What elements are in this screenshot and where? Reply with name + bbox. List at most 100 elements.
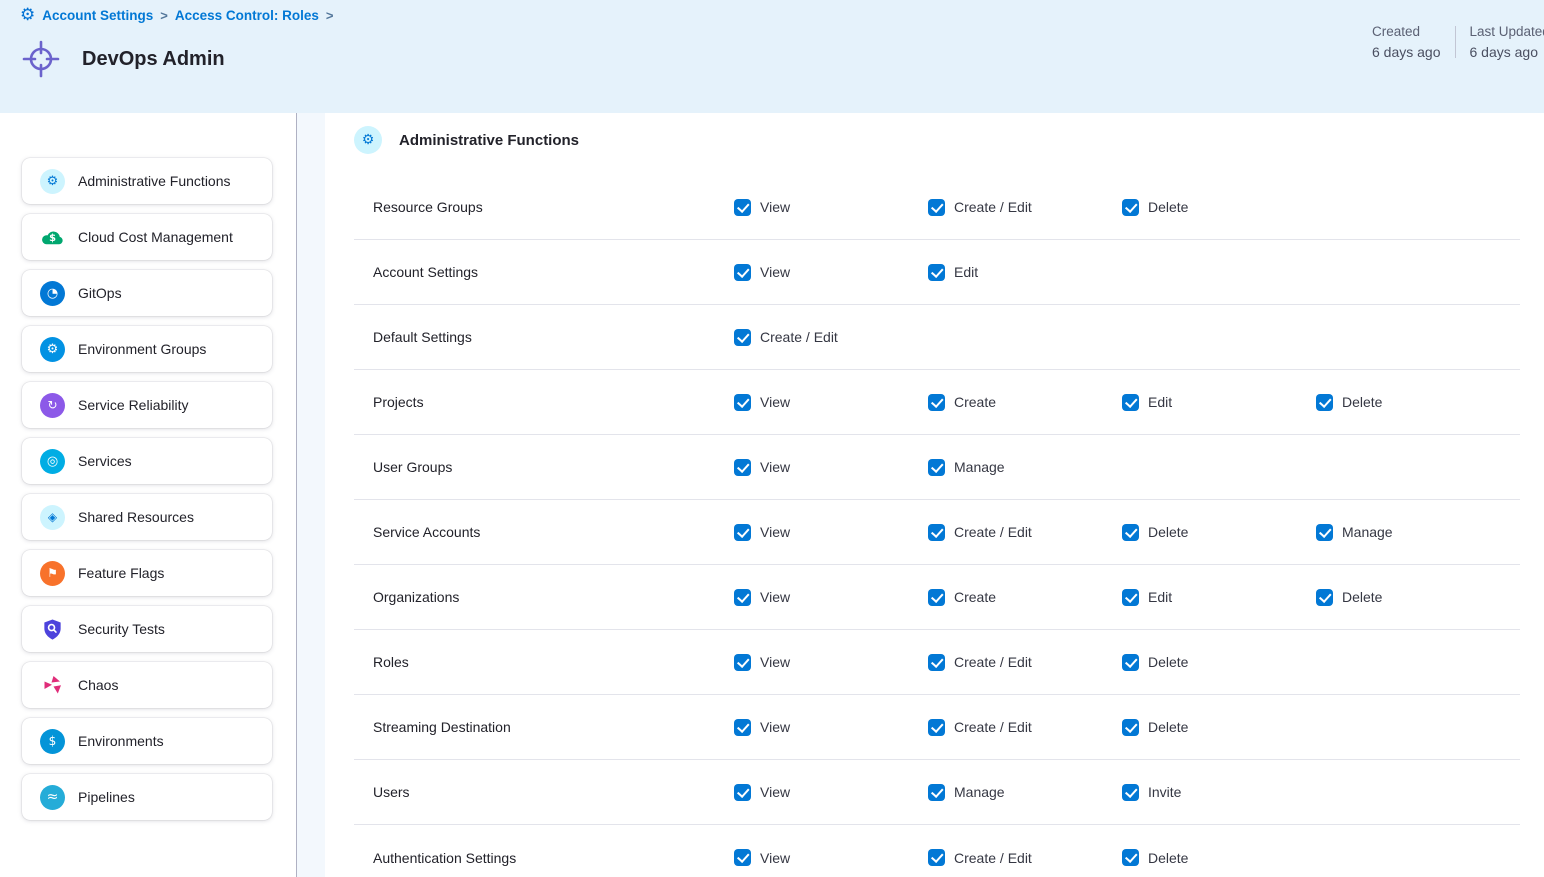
- permission-row: Streaming Destination View Create / Edit…: [354, 695, 1520, 760]
- permission-checkbox-item[interactable]: Create: [928, 589, 1122, 606]
- sidebar-item-services[interactable]: ◎ Services: [22, 438, 272, 484]
- checked-checkbox-icon[interactable]: [1122, 199, 1139, 216]
- checked-checkbox-icon[interactable]: [1122, 719, 1139, 736]
- permission-label: Create / Edit: [954, 199, 1032, 215]
- permission-checkbox-item[interactable]: View: [734, 264, 928, 281]
- checked-checkbox-icon[interactable]: [1122, 589, 1139, 606]
- permission-checkbox-item[interactable]: Create / Edit: [928, 849, 1122, 866]
- resource-name: Authentication Settings: [354, 850, 734, 866]
- permission-checkbox-item[interactable]: Delete: [1122, 719, 1316, 736]
- permission-checkbox-item[interactable]: Edit: [1122, 589, 1316, 606]
- checked-checkbox-icon[interactable]: [734, 329, 751, 346]
- sidebar-item-label: Shared Resources: [78, 509, 194, 525]
- resource-name: Roles: [354, 654, 734, 670]
- checked-checkbox-icon[interactable]: [928, 524, 945, 541]
- checked-checkbox-icon[interactable]: [734, 784, 751, 801]
- checked-checkbox-icon[interactable]: [734, 264, 751, 281]
- sidebar-item-security-tests[interactable]: Security Tests: [22, 606, 272, 652]
- permission-row: User Groups View Manage: [354, 435, 1520, 500]
- permission-label: View: [760, 459, 790, 475]
- checked-checkbox-icon[interactable]: [734, 719, 751, 736]
- sidebar-item-environments[interactable]: $ Environments: [22, 718, 272, 764]
- permission-checkbox-item[interactable]: Invite: [1122, 784, 1316, 801]
- permission-checkbox-item[interactable]: Delete: [1122, 199, 1316, 216]
- checked-checkbox-icon[interactable]: [928, 459, 945, 476]
- permission-checkbox-item[interactable]: Create / Edit: [928, 719, 1122, 736]
- checked-checkbox-icon[interactable]: [1316, 589, 1333, 606]
- checked-checkbox-icon[interactable]: [928, 849, 945, 866]
- sidebar-item-gitops[interactable]: ◔ GitOps: [22, 270, 272, 316]
- checked-checkbox-icon[interactable]: [734, 589, 751, 606]
- sidebar-item-feature-flags[interactable]: ⚑ Feature Flags: [22, 550, 272, 596]
- checked-checkbox-icon[interactable]: [734, 524, 751, 541]
- checked-checkbox-icon[interactable]: [928, 719, 945, 736]
- permission-checkbox-item[interactable]: Manage: [928, 459, 1122, 476]
- permissions-panel: ⚙ Administrative Functions Resource Grou…: [325, 113, 1544, 877]
- permission-checkbox-item[interactable]: View: [734, 199, 928, 216]
- checked-checkbox-icon[interactable]: [1316, 394, 1333, 411]
- permission-checkbox-item[interactable]: Delete: [1122, 849, 1316, 866]
- checked-checkbox-icon[interactable]: [1122, 394, 1139, 411]
- sidebar-item-service-reliability[interactable]: ↻ Service Reliability: [22, 382, 272, 428]
- sidebar-item-chaos[interactable]: Chaos: [22, 662, 272, 708]
- permission-checkbox-item[interactable]: Create: [928, 394, 1122, 411]
- permission-checkbox-item[interactable]: Edit: [928, 264, 1122, 281]
- checked-checkbox-icon[interactable]: [734, 199, 751, 216]
- checked-checkbox-icon[interactable]: [734, 849, 751, 866]
- breadcrumb: ⚙ Account Settings > Access Control: Rol…: [20, 7, 334, 24]
- sidebar-item-pipelines[interactable]: ≈ Pipelines: [22, 774, 272, 820]
- permissions-table: Resource Groups View Create / Edit Delet…: [354, 175, 1520, 877]
- permission-checkbox-item[interactable]: Delete: [1316, 589, 1520, 606]
- created-meta: Created 6 days ago: [1358, 24, 1455, 60]
- page-header: ⚙ Account Settings > Access Control: Rol…: [0, 0, 1544, 113]
- permission-checkbox-item[interactable]: View: [734, 719, 928, 736]
- permission-label: Invite: [1148, 784, 1181, 800]
- checked-checkbox-icon[interactable]: [734, 459, 751, 476]
- sidebar-item-label: Cloud Cost Management: [78, 229, 233, 245]
- permission-checkbox-item[interactable]: Manage: [928, 784, 1122, 801]
- permission-checkbox-item[interactable]: Create / Edit: [928, 199, 1122, 216]
- permission-checkbox-item[interactable]: Create / Edit: [928, 654, 1122, 671]
- permission-checkbox-item[interactable]: Delete: [1122, 654, 1316, 671]
- checked-checkbox-icon[interactable]: [928, 394, 945, 411]
- permission-checkbox-item[interactable]: View: [734, 459, 928, 476]
- checked-checkbox-icon[interactable]: [1122, 524, 1139, 541]
- permission-checkbox-item[interactable]: Create / Edit: [734, 329, 928, 346]
- checked-checkbox-icon[interactable]: [1122, 654, 1139, 671]
- checked-checkbox-icon[interactable]: [928, 199, 945, 216]
- sidebar-item-environment-groups[interactable]: ⚙ Environment Groups: [22, 326, 272, 372]
- permission-label: Edit: [1148, 394, 1172, 410]
- permission-checkbox-item[interactable]: View: [734, 589, 928, 606]
- permission-checkbox-item[interactable]: Create / Edit: [928, 524, 1122, 541]
- permission-checkbox-item[interactable]: Delete: [1316, 394, 1520, 411]
- breadcrumb-link-access-control-roles[interactable]: Access Control: Roles: [175, 8, 319, 23]
- permission-label: View: [760, 264, 790, 280]
- sidebar-item-administrative-functions[interactable]: ⚙ Administrative Functions: [22, 158, 272, 204]
- checked-checkbox-icon[interactable]: [734, 654, 751, 671]
- checked-checkbox-icon[interactable]: [1316, 524, 1333, 541]
- admin-functions-gear-icon: ⚙: [354, 126, 382, 154]
- permission-checkbox-item[interactable]: Edit: [1122, 394, 1316, 411]
- permission-checkbox-item[interactable]: View: [734, 524, 928, 541]
- sidebar-item-label: Environment Groups: [78, 341, 206, 357]
- resource-name: Users: [354, 784, 734, 800]
- permission-checkbox-item[interactable]: Delete: [1122, 524, 1316, 541]
- checked-checkbox-icon[interactable]: [928, 589, 945, 606]
- sidebar-item-shared-resources[interactable]: ◈ Shared Resources: [22, 494, 272, 540]
- checked-checkbox-icon[interactable]: [928, 784, 945, 801]
- permission-checkbox-item[interactable]: View: [734, 654, 928, 671]
- checked-checkbox-icon[interactable]: [928, 264, 945, 281]
- permission-checkbox-item[interactable]: Manage: [1316, 524, 1520, 541]
- permission-checkbox-item[interactable]: View: [734, 394, 928, 411]
- checked-checkbox-icon[interactable]: [1122, 849, 1139, 866]
- pipelines-icon: ≈: [40, 785, 65, 810]
- checked-checkbox-icon[interactable]: [928, 654, 945, 671]
- checked-checkbox-icon[interactable]: [1122, 784, 1139, 801]
- permission-checkbox-item[interactable]: View: [734, 784, 928, 801]
- sidebar-item-cloud-cost-management[interactable]: $ Cloud Cost Management: [22, 214, 272, 260]
- breadcrumb-link-account-settings[interactable]: Account Settings: [42, 8, 153, 23]
- permission-label: Create: [954, 589, 996, 605]
- cloud-cost-icon: $: [40, 225, 65, 250]
- checked-checkbox-icon[interactable]: [734, 394, 751, 411]
- permission-checkbox-item[interactable]: View: [734, 849, 928, 866]
